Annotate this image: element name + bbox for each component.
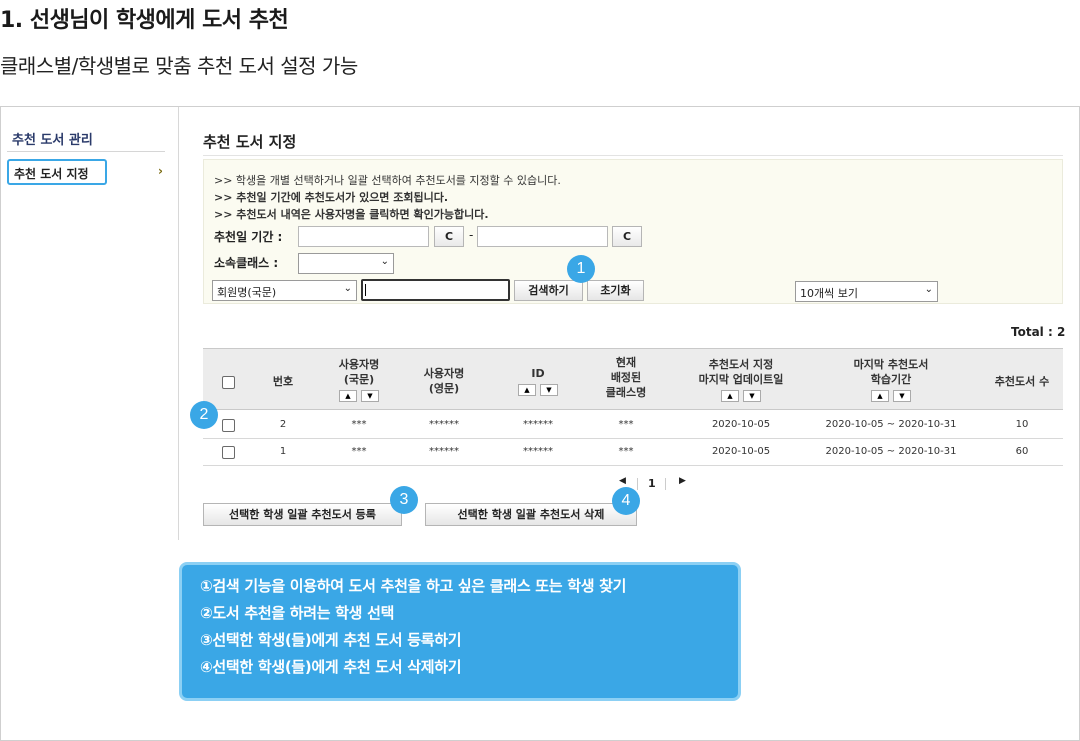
cell-period: 2020-10-05 ~ 2020-10-31 bbox=[825, 419, 957, 430]
cell-id: ****** bbox=[523, 419, 553, 430]
col-count: 추천도서 수 bbox=[994, 375, 1050, 388]
col-name-en: 사용자명 (영문) bbox=[423, 367, 465, 395]
cell-class: *** bbox=[618, 419, 634, 430]
prev-page-icon[interactable]: ◀ bbox=[619, 476, 626, 486]
total-count: Total : 2 bbox=[1011, 325, 1066, 339]
step-badge-4: 4 bbox=[612, 487, 640, 515]
col-period: 마지막 추천도서 학습기간 ▲ ▼ bbox=[853, 358, 929, 402]
callout-line: ④선택한 학생(들)에게 추천 도서 삭제하기 bbox=[200, 658, 462, 676]
sort-asc-button[interactable]: ▲ bbox=[871, 390, 889, 402]
row-checkbox[interactable] bbox=[222, 446, 235, 459]
callout-line: ③선택한 학생(들)에게 추천 도서 등록하기 bbox=[200, 631, 462, 649]
end-date-input[interactable] bbox=[477, 226, 608, 247]
title-divider bbox=[203, 155, 1063, 156]
col-no: 번호 bbox=[272, 375, 294, 388]
member-field-value: 회원명(국문) bbox=[217, 286, 277, 299]
start-date-input[interactable] bbox=[298, 226, 429, 247]
chevron-down-icon: ⌄ bbox=[924, 284, 933, 295]
cell-name-kr[interactable]: *** bbox=[321, 446, 397, 457]
chevron-down-icon: ⌄ bbox=[380, 256, 389, 267]
cell-updated: 2020-10-05 bbox=[711, 419, 771, 430]
cell-id: ****** bbox=[523, 446, 553, 457]
cell-count: 10 bbox=[1015, 419, 1029, 430]
class-select[interactable]: ⌄ bbox=[298, 253, 394, 274]
pager-divider bbox=[665, 478, 666, 490]
filter-panel: >> 학생을 개별 선택하거나 일괄 선택하여 추천도서를 지정할 수 있습니다… bbox=[203, 159, 1063, 304]
sidebar-title: 추천 도서 관리 bbox=[12, 133, 93, 148]
callout-line: ②도서 추천을 하려는 학생 선택 bbox=[200, 604, 395, 622]
bulk-delete-button[interactable]: 선택한 학생 일괄 추천도서 삭제 bbox=[425, 503, 637, 526]
cell-no: 2 bbox=[279, 419, 287, 430]
next-page-icon[interactable]: ▶ bbox=[679, 476, 686, 486]
table-row[interactable]: 2 *** ****** ****** *** 2020-10-05 2020-… bbox=[203, 412, 1063, 439]
date-separator: - bbox=[469, 228, 474, 242]
bulk-register-button[interactable]: 선택한 학생 일괄 추천도서 등록 bbox=[203, 503, 402, 526]
instruction-callout: ①검색 기능을 이용하여 도서 추천을 하고 싶은 클래스 또는 학생 찾기 ②… bbox=[179, 562, 741, 701]
clear-end-date-button[interactable]: C bbox=[612, 226, 642, 247]
cell-count: 60 bbox=[1015, 446, 1029, 457]
member-field-select[interactable]: 회원명(국문) ⌄ bbox=[212, 280, 357, 301]
sort-desc-button[interactable]: ▼ bbox=[361, 390, 379, 402]
step-badge-2: 2 bbox=[190, 401, 218, 429]
chevron-down-icon: ⌄ bbox=[343, 283, 352, 294]
sort-asc-button[interactable]: ▲ bbox=[721, 390, 739, 402]
col-updated: 추천도서 지정 마지막 업데이트일 ▲ ▼ bbox=[698, 358, 784, 402]
sort-desc-button[interactable]: ▼ bbox=[743, 390, 761, 402]
sidebar-divider bbox=[7, 151, 165, 152]
step-badge-1: 1 bbox=[567, 255, 595, 283]
cell-name-kr[interactable]: *** bbox=[321, 419, 397, 430]
table-header: 번호 사용자명 (국문) ▲ ▼ 사용자명 (영문) ID ▲ ▼ 현재 배정된 클… bbox=[203, 348, 1063, 410]
cell-class: *** bbox=[618, 446, 634, 457]
col-class: 현재 배정된 클래스명 bbox=[605, 356, 647, 399]
chevron-right-icon: › bbox=[158, 164, 163, 178]
class-label: 소속클래스 : bbox=[214, 256, 279, 270]
col-id: ID ▲ ▼ bbox=[500, 366, 576, 396]
search-button[interactable]: 검색하기 bbox=[514, 280, 583, 301]
page-title: 1. 선생님이 학생에게 도서 추천 bbox=[0, 8, 289, 33]
table-row[interactable]: 1 *** ****** ****** *** 2020-10-05 2020-… bbox=[203, 439, 1063, 466]
page-subtitle: 클래스별/학생별로 맞춤 추천 도서 설정 가능 bbox=[0, 54, 358, 78]
sort-asc-button[interactable]: ▲ bbox=[339, 390, 357, 402]
sort-asc-button[interactable]: ▲ bbox=[518, 384, 536, 396]
callout-line: ①검색 기능을 이용하여 도서 추천을 하고 싶은 클래스 또는 학생 찾기 bbox=[200, 577, 627, 595]
cell-updated: 2020-10-05 bbox=[711, 446, 771, 457]
cell-name-en: ****** bbox=[429, 419, 459, 430]
select-all-checkbox[interactable] bbox=[222, 376, 235, 389]
page-size-select[interactable]: 10개씩 보기 ⌄ bbox=[795, 281, 938, 302]
cell-no: 1 bbox=[279, 446, 287, 457]
step-badge-3: 3 bbox=[390, 486, 418, 514]
page-number[interactable]: 1 bbox=[648, 477, 656, 490]
clear-start-date-button[interactable]: C bbox=[434, 226, 464, 247]
sort-desc-button[interactable]: ▼ bbox=[540, 384, 558, 396]
cell-period: 2020-10-05 ~ 2020-10-31 bbox=[825, 446, 957, 457]
main-title: 추천 도서 지정 bbox=[203, 133, 297, 151]
search-input[interactable] bbox=[361, 279, 510, 301]
page-size-value: 10개씩 보기 bbox=[800, 287, 858, 300]
notice-line: >> 추천도서 내역은 사용자명을 클릭하면 확인가능합니다. bbox=[214, 208, 489, 221]
notice-line: >> 추천일 기간에 추천도서가 있으면 조회됩니다. bbox=[214, 191, 449, 204]
reset-button[interactable]: 초기화 bbox=[587, 280, 644, 301]
cell-name-en: ****** bbox=[429, 446, 459, 457]
notice-line: >> 학생을 개별 선택하거나 일괄 선택하여 추천도서를 지정할 수 있습니다… bbox=[214, 174, 561, 187]
screenshot-frame: 추천 도서 관리 추천 도서 지정 › 추천 도서 지정 >> 학생을 개별 선… bbox=[0, 106, 1080, 741]
row-checkbox[interactable] bbox=[222, 419, 235, 432]
pager-divider bbox=[637, 478, 638, 490]
date-range-label: 추천일 기간 : bbox=[214, 230, 283, 244]
sidebar: 추천 도서 관리 추천 도서 지정 › bbox=[1, 107, 179, 540]
sort-desc-button[interactable]: ▼ bbox=[893, 390, 911, 402]
col-name-kr: 사용자명 (국문) ▲ ▼ bbox=[338, 358, 380, 402]
sidebar-item-recommend-assign[interactable]: 추천 도서 지정 bbox=[7, 159, 107, 185]
